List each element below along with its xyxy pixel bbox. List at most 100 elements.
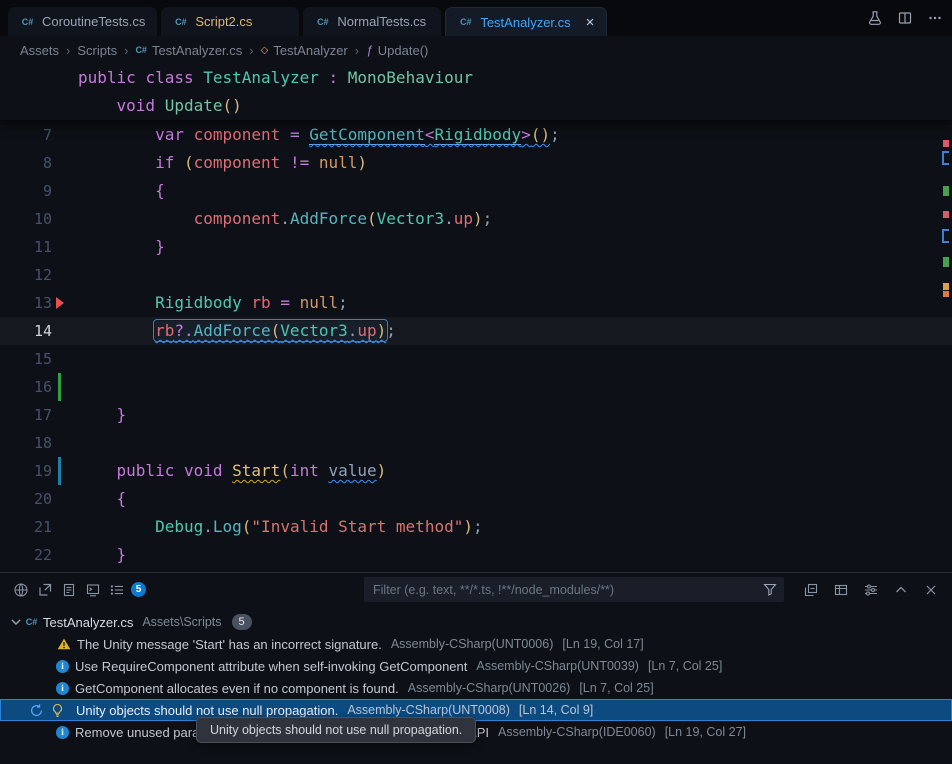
line-number[interactable]: 17 xyxy=(0,401,52,429)
output-icon[interactable] xyxy=(58,579,80,601)
git-added-marker xyxy=(58,373,61,401)
code-line[interactable]: 19 public void Start(int value) xyxy=(0,457,952,485)
code-line[interactable]: 22 } xyxy=(0,541,952,569)
line-content: Debug.Log("Invalid Start method"); xyxy=(78,513,952,541)
code-line[interactable]: 13 Rigidbody rb = null; xyxy=(0,289,952,317)
severity-info-icon xyxy=(56,660,69,673)
line-number[interactable]: 19 xyxy=(0,457,52,485)
code-token: Update xyxy=(165,96,223,115)
code-line[interactable]: 20 { xyxy=(0,485,952,513)
code-line[interactable]: 8 if (component != null) xyxy=(0,149,952,177)
code-token xyxy=(184,125,194,144)
code-token: Debug xyxy=(155,517,203,536)
code-token: rb xyxy=(155,321,174,340)
code-token: class xyxy=(145,68,193,87)
code-token: { xyxy=(155,181,165,200)
split-editor-icon[interactable] xyxy=(896,9,914,27)
breadcrumb-item[interactable]: ƒUpdate() xyxy=(366,43,428,58)
code-line[interactable]: 10 component.AddForce(Vector3.up); xyxy=(0,205,952,233)
tab-normaltests-cs[interactable]: C#NormalTests.cs xyxy=(303,7,441,36)
line-number[interactable]: 12 xyxy=(0,261,52,289)
tab-close-icon[interactable]: × xyxy=(578,15,595,30)
code-token: ( xyxy=(271,321,281,340)
gutter-decorations xyxy=(52,261,78,289)
code-line[interactable]: 12 xyxy=(0,261,952,289)
sticky-line[interactable]: void Update() xyxy=(0,92,952,120)
filter-settings-icon[interactable] xyxy=(860,579,882,601)
code-line[interactable]: 18 xyxy=(0,429,952,457)
sticky-line[interactable]: public class TestAnalyzer : MonoBehaviou… xyxy=(0,64,952,92)
code-token: ( xyxy=(242,517,252,536)
line-number[interactable]: 18 xyxy=(0,429,52,457)
code-line[interactable]: 16 xyxy=(0,373,952,401)
ports-icon[interactable] xyxy=(10,579,32,601)
line-content: void Update() xyxy=(78,92,952,120)
problem-message: Use RequireComponent attribute when self… xyxy=(75,659,467,674)
code-token xyxy=(155,96,165,115)
line-number[interactable] xyxy=(0,92,52,120)
gutter-decorations xyxy=(52,541,78,569)
collapse-all-icon[interactable] xyxy=(800,579,822,601)
close-panel-icon[interactable] xyxy=(920,579,942,601)
breadcrumb-separator: › xyxy=(355,43,359,58)
code-line[interactable]: 21 Debug.Log("Invalid Start method"); xyxy=(0,513,952,541)
line-number[interactable]: 20 xyxy=(0,485,52,513)
problems-filter-input[interactable] xyxy=(364,577,784,602)
code-token xyxy=(136,68,146,87)
line-number[interactable]: 21 xyxy=(0,513,52,541)
problem-row[interactable]: Use RequireComponent attribute when self… xyxy=(0,655,952,677)
line-number[interactable]: 7 xyxy=(0,121,52,149)
breadcrumb-item[interactable]: ◇TestAnalyzer xyxy=(261,43,348,58)
gutter-decorations xyxy=(52,457,78,485)
line-number[interactable] xyxy=(0,64,52,92)
line-number[interactable]: 11 xyxy=(0,233,52,261)
code-editor[interactable]: public class TestAnalyzer : MonoBehaviou… xyxy=(0,64,952,572)
line-number[interactable]: 8 xyxy=(0,149,52,177)
code-token xyxy=(223,461,233,480)
line-number[interactable]: 15 xyxy=(0,345,52,373)
csharp-file-icon: C# xyxy=(315,17,330,27)
line-number[interactable]: 9 xyxy=(0,177,52,205)
severity-warning-icon xyxy=(56,637,71,652)
sync-icon xyxy=(28,702,44,718)
problems-icon[interactable] xyxy=(106,579,128,601)
beaker-icon[interactable] xyxy=(866,9,884,27)
code-line[interactable]: 9 { xyxy=(0,177,952,205)
problems-filter xyxy=(364,577,784,602)
tab-script2-cs[interactable]: C#Script2.cs xyxy=(161,7,299,36)
terminal-icon[interactable] xyxy=(82,579,104,601)
tab-testanalyzer-cs[interactable]: C#TestAnalyzer.cs× xyxy=(445,7,607,36)
tab-coroutinetests-cs[interactable]: C#CoroutineTests.cs xyxy=(8,7,157,36)
table-view-icon[interactable] xyxy=(830,579,852,601)
panel-header: 5 xyxy=(0,573,952,606)
problem-row[interactable]: The Unity message 'Start' has an incorre… xyxy=(0,633,952,655)
code-line[interactable]: 15 xyxy=(0,345,952,373)
line-number[interactable]: 13 xyxy=(0,289,52,317)
code-line[interactable]: 7 var component = GetComponent<Rigidbody… xyxy=(0,121,952,149)
gutter-decorations xyxy=(52,401,78,429)
code-token: { xyxy=(117,489,127,508)
code-line[interactable]: 11 } xyxy=(0,233,952,261)
problem-message: The Unity message 'Start' has an incorre… xyxy=(77,637,382,652)
problems-file-row[interactable]: C#TestAnalyzer.csAssets\Scripts5 xyxy=(0,611,952,633)
code-token xyxy=(78,321,155,340)
code-line[interactable]: 17 } xyxy=(0,401,952,429)
breadcrumb-item[interactable]: Scripts xyxy=(77,43,117,58)
line-content: if (component != null) xyxy=(78,149,952,177)
filter-funnel-icon[interactable] xyxy=(762,581,778,597)
sticky-scroll: public class TestAnalyzer : MonoBehaviou… xyxy=(0,64,952,121)
line-number[interactable]: 14 xyxy=(0,317,52,345)
breadcrumb-item[interactable]: Assets xyxy=(20,43,59,58)
line-number[interactable]: 10 xyxy=(0,205,52,233)
problem-row[interactable]: GetComponent allocates even if no compon… xyxy=(0,677,952,699)
debug-console-icon[interactable] xyxy=(34,579,56,601)
breadcrumb-item[interactable]: C#TestAnalyzer.cs xyxy=(135,43,242,58)
code-token xyxy=(280,153,290,172)
ruler-mark xyxy=(943,211,949,218)
line-number[interactable]: 22 xyxy=(0,541,52,569)
problem-row[interactable]: Unity objects should not use null propag… xyxy=(0,699,952,721)
maximize-panel-icon[interactable] xyxy=(890,579,912,601)
line-number[interactable]: 16 xyxy=(0,373,52,401)
code-line[interactable]: 14 rb?.AddForce(Vector3.up); xyxy=(0,317,952,345)
lightbulb-icon xyxy=(49,702,65,718)
